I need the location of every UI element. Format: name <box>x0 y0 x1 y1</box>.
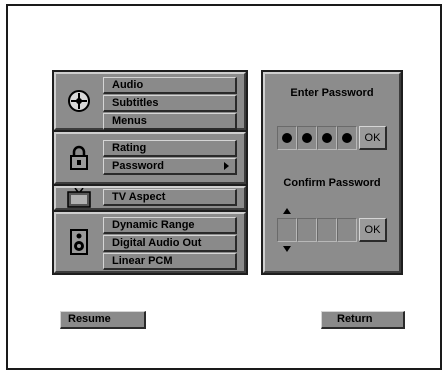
menu-item-subtitles[interactable]: Subtitles <box>103 95 237 112</box>
confirm-password-digits: OK <box>277 218 391 242</box>
password-digit[interactable] <box>297 218 317 242</box>
rating-group: Rating Password <box>54 132 246 184</box>
password-digit[interactable] <box>317 218 337 242</box>
menu-item-audio[interactable]: Audio <box>103 77 237 94</box>
confirm-ok-button[interactable]: OK <box>359 218 387 242</box>
menu-item-rating[interactable]: Rating <box>103 140 237 157</box>
return-button[interactable]: Return <box>321 311 405 329</box>
enter-password-title: Enter Password <box>290 87 374 99</box>
masked-digit-dot <box>322 133 332 143</box>
password-digit[interactable] <box>337 126 357 150</box>
menu-item-password[interactable]: Password <box>103 158 237 175</box>
masked-digit-dot <box>302 133 312 143</box>
menu-item-digital-audio-out[interactable]: Digital Audio Out <box>103 235 237 252</box>
submenu-arrow-icon <box>224 162 229 170</box>
password-digit[interactable] <box>277 126 297 150</box>
speaker-icon <box>66 229 92 255</box>
audio-output-group: Dynamic Range Digital Audio Out Linear P… <box>54 212 246 273</box>
confirm-password-title: Confirm Password <box>283 177 381 189</box>
menu-item-tv-aspect[interactable]: TV Aspect <box>103 189 237 206</box>
password-digit[interactable] <box>297 126 317 150</box>
tv-icon <box>66 188 92 208</box>
menu-item-password-label: Password <box>112 160 164 172</box>
masked-digit-dot <box>282 133 292 143</box>
enter-ok-button[interactable]: OK <box>359 126 387 150</box>
menu-item-menus[interactable]: Menus <box>103 113 237 130</box>
tv-aspect-group: TV Aspect <box>54 186 246 210</box>
password-digit[interactable] <box>337 218 357 242</box>
lock-icon <box>66 145 92 171</box>
masked-digit-dot <box>342 133 352 143</box>
menu-item-dynamic-range[interactable]: Dynamic Range <box>103 217 237 234</box>
disc-icon <box>66 88 92 114</box>
enter-password-digits: OK <box>277 126 391 150</box>
password-panel: Enter Password OK Confirm Password OK <box>261 70 403 275</box>
menu-item-linear-pcm[interactable]: Linear PCM <box>103 253 237 270</box>
resume-button[interactable]: Resume <box>60 311 146 329</box>
password-panel-body: Enter Password OK Confirm Password OK <box>263 72 401 273</box>
password-digit[interactable] <box>277 218 297 242</box>
audio-group: Audio Subtitles Menus <box>54 72 246 130</box>
settings-menu: Audio Subtitles Menus Rating Password TV… <box>52 70 248 275</box>
password-digit[interactable] <box>317 126 337 150</box>
